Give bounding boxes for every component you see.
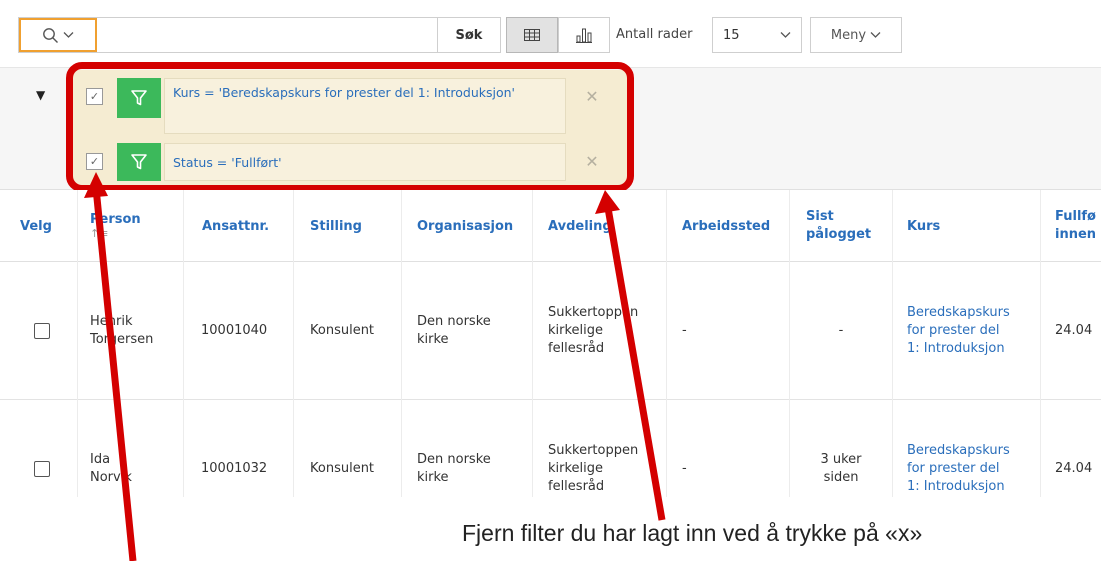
- arbeidssted-cell: -: [667, 262, 790, 400]
- column-header-sist-palogget[interactable]: Sist pålogget: [790, 190, 893, 262]
- cell-line: Beredskapskurs: [907, 305, 1010, 320]
- search-go-button[interactable]: Søk: [437, 17, 501, 53]
- column-header-label-line: Sist: [806, 209, 834, 224]
- sist-palogget-cell: -: [790, 262, 893, 400]
- kurs-link[interactable]: Beredskapskurs for prester del 1: Introd…: [893, 262, 1041, 400]
- row-select-checkbox[interactable]: [34, 323, 50, 339]
- annotation-caption: Fjern filter du har lagt inn ved å trykk…: [462, 520, 923, 546]
- cell-line: kirkelige: [548, 323, 604, 338]
- fullfort-innen-cell: 24.04: [1055, 323, 1093, 338]
- cell-line: kirke: [417, 332, 449, 347]
- column-header-avdeling[interactable]: Avdeling: [533, 190, 667, 262]
- column-header-person[interactable]: Person ↑≡: [78, 190, 184, 262]
- column-header-label: Person: [90, 212, 141, 227]
- person-name-line: Henrik: [90, 314, 133, 329]
- cell-line: Den norske: [417, 314, 491, 329]
- cell-line: fellesråd: [548, 479, 605, 494]
- person-cell: Henrik Torgersen: [78, 262, 184, 400]
- search-icon: [43, 27, 58, 43]
- cell-line: 1: Introduksjon: [907, 341, 1005, 356]
- select-cell: [0, 262, 78, 400]
- column-header-stilling[interactable]: Stilling: [294, 190, 402, 262]
- chevron-down-icon: [870, 32, 881, 38]
- column-header-label-line: Fullfø: [1055, 209, 1096, 224]
- cell-line: for prester del: [907, 323, 1000, 338]
- avdeling-cell: Sukkertoppen kirkelige fellesråd: [533, 262, 667, 400]
- cell-line: Den norske: [417, 452, 491, 467]
- cell-line: for prester del: [907, 461, 1000, 476]
- sort-ascending-icon: ↑≡: [90, 227, 109, 240]
- column-header-fullfort-innen[interactable]: Fullfø innen: [1041, 190, 1101, 262]
- cell-line: -: [838, 323, 844, 338]
- column-header-label-line: pålogget: [806, 227, 872, 242]
- cell-line: kirkelige: [548, 461, 604, 476]
- person-name-line: Norvik: [90, 470, 132, 485]
- column-header-kurs[interactable]: Kurs: [893, 190, 1041, 262]
- collapse-filters-toggle[interactable]: ▼: [36, 88, 45, 102]
- stilling-cell: Konsulent: [294, 262, 402, 400]
- cell-line: 1: Introduksjon: [907, 479, 1005, 494]
- search-bar: [18, 17, 490, 53]
- column-header-label-line: innen: [1055, 227, 1097, 242]
- rows-per-page-label: Antall rader: [616, 27, 693, 42]
- actions-menu-button[interactable]: Meny: [810, 17, 902, 53]
- cell-line: Beredskapskurs: [907, 443, 1010, 458]
- cell-line: Sukkertoppen: [548, 305, 639, 320]
- column-header-velg: Velg: [0, 190, 78, 262]
- person-name-line: Ida: [90, 452, 111, 467]
- grid-icon: [524, 29, 540, 41]
- column-header-arbeidssted[interactable]: Arbeidssted: [667, 190, 790, 262]
- cell-line: siden: [823, 470, 859, 485]
- row-select-checkbox[interactable]: [34, 461, 50, 477]
- cell-line: Sukkertoppen: [548, 443, 639, 458]
- chevron-down-icon: [780, 32, 791, 38]
- person-name-line: Torgersen: [90, 332, 154, 347]
- chevron-down-icon: [63, 32, 74, 38]
- cell-line: fellesråd: [548, 341, 605, 356]
- rows-per-page-value: 15: [723, 27, 740, 43]
- cell-line: kirke: [417, 470, 449, 485]
- column-header-organisasjon[interactable]: Organisasjon: [402, 190, 533, 262]
- annotation-highlight-frame: [66, 62, 634, 192]
- actions-menu-label: Meny: [830, 27, 867, 43]
- search-input[interactable]: [97, 18, 457, 52]
- organisasjon-cell: Den norske kirke: [402, 262, 533, 400]
- view-report-button[interactable]: [506, 17, 558, 53]
- bar-chart-icon: [576, 28, 592, 43]
- ansattnr-cell: 10001040: [184, 262, 294, 400]
- column-header-ansattnr[interactable]: Ansattnr.: [184, 190, 294, 262]
- view-chart-button[interactable]: [558, 17, 610, 53]
- table-header: Velg Person ↑≡ Ansattnr. Stilling Organi…: [0, 190, 1101, 262]
- report-toolbar: Søk Antall rader 15 Meny: [0, 0, 1101, 68]
- table-row: Henrik Torgersen 10001040 Konsulent Den …: [0, 262, 1101, 400]
- cell-line: 3 uker: [820, 452, 862, 467]
- rows-per-page-select[interactable]: 15: [712, 17, 802, 53]
- search-column-button[interactable]: [19, 18, 97, 52]
